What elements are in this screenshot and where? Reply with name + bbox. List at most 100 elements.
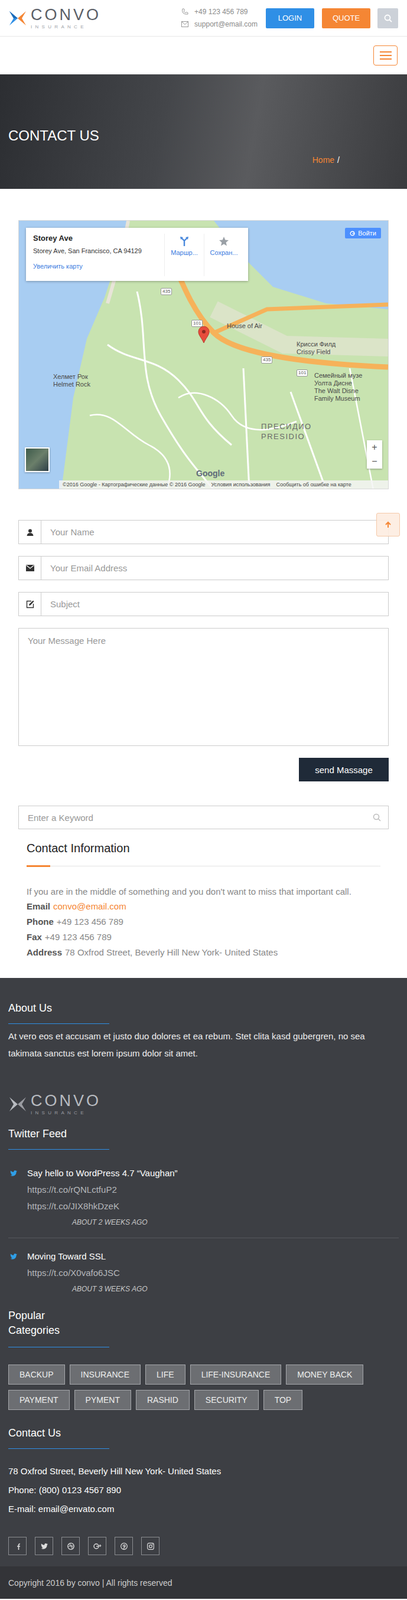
search-button[interactable]	[377, 8, 399, 29]
contact-info-row: Fax+49 123 456 789	[26, 930, 381, 946]
map[interactable]: 435101435101 House of AirКрисси ФилдCris…	[18, 220, 389, 490]
twitter-link[interactable]	[34, 1538, 54, 1557]
contact-info-row: Phone+49 123 456 789	[26, 915, 381, 931]
footer-logo[interactable]: CONVO INSURANCE	[8, 1093, 399, 1117]
arrow-up-icon	[384, 521, 392, 529]
header-phone: +49 123 456 789	[194, 7, 248, 16]
contact-info-row: Address78 Oxfrod Street, Beverly Hill Ne…	[26, 945, 381, 962]
header-button[interactable]: QUOTE	[321, 8, 371, 29]
menu-button[interactable]	[373, 45, 398, 66]
main-content: 435101435101 House of AirКрисси ФилдCris…	[0, 189, 407, 979]
category-tag[interactable]: PYMENT	[74, 1391, 132, 1412]
contact-info-intro: If you are in the middle of something an…	[26, 884, 381, 900]
tweet: Say hello to WordPress 4.7 “Vaughan” htt…	[8, 1166, 399, 1232]
edit-icon	[25, 600, 35, 610]
tweet: Moving Toward SSL https://t.co/X0vafo6JS…	[8, 1249, 399, 1298]
zoom-button[interactable]: −	[366, 454, 383, 470]
title-underline	[26, 866, 381, 868]
scroll-top-button[interactable]	[376, 513, 400, 537]
twitter-icon	[10, 1171, 18, 1178]
zoom-button[interactable]: +	[366, 440, 383, 455]
breadcrumb-separator: /	[337, 155, 340, 165]
header-button[interactable]: LOGIN	[265, 8, 315, 29]
dribbble-link[interactable]	[61, 1538, 80, 1557]
search-field	[18, 806, 389, 830]
highway-shield: 101	[296, 369, 308, 377]
submit-button[interactable]: send Massage	[298, 758, 389, 783]
category-tag[interactable]: PAYMENT	[8, 1391, 70, 1412]
map-footer-item[interactable]: Условия использования	[211, 482, 271, 488]
map-label: Хелмет РокHelmet Rock	[53, 373, 91, 389]
footer: About Us At vero eos et accusam et justo…	[0, 978, 407, 1600]
tweet-time: ABOUT 2 WEEKS AGO	[27, 1215, 399, 1232]
map-label: Крисси ФилдCrissy Field	[296, 340, 336, 357]
enlarge-map-link[interactable]: Увеличить карту	[33, 262, 165, 270]
menu-icon	[379, 51, 392, 60]
tweet-divider	[8, 1238, 399, 1240]
place-action[interactable]: Маршр...	[164, 233, 204, 277]
instagram-icon	[147, 1544, 155, 1552]
category-tag[interactable]: LIFE-INSURANCE	[190, 1365, 282, 1386]
dribbble-icon	[67, 1544, 75, 1552]
contact-form: send Massage	[18, 520, 389, 783]
place-action[interactable]: Сохран...	[203, 233, 244, 277]
google-plus-icon	[349, 230, 356, 237]
map-footer: ©2016 Google - Картографические данные ©…	[59, 480, 389, 490]
form-field	[18, 520, 389, 545]
breadcrumb-item[interactable]: Home	[312, 155, 335, 165]
facebook-link[interactable]	[8, 1538, 27, 1557]
tweet-link[interactable]: https://t.co/X0vafo6JSC	[27, 1265, 399, 1283]
twitter-icon	[40, 1544, 48, 1551]
instagram-link[interactable]	[141, 1538, 160, 1557]
map-footer-item[interactable]: ©2016 Google - Картографические данные ©…	[62, 482, 206, 488]
directions-icon	[178, 236, 190, 247]
pinterest-link[interactable]	[114, 1538, 133, 1557]
search-icon[interactable]	[372, 814, 382, 823]
highway-shield: 435	[160, 288, 172, 296]
category-tag[interactable]: BACKUP	[8, 1365, 65, 1386]
message-field[interactable]	[18, 628, 389, 747]
contact-info-row: Emailconvo@email.com	[26, 899, 381, 916]
highway-shield: 435	[261, 356, 273, 364]
search-input[interactable]	[18, 813, 373, 824]
map-pin-icon[interactable]	[197, 326, 210, 344]
form-field	[18, 592, 389, 617]
category-tag[interactable]: LIFE	[145, 1365, 186, 1386]
envelope-icon	[181, 21, 189, 28]
facebook-icon	[14, 1544, 22, 1552]
page-title: CONTACT US	[8, 127, 399, 145]
page: CONVO INSURANCE +49 123 456 789 support@…	[0, 0, 407, 1600]
footer-heading: Popular Categories	[8, 1309, 74, 1340]
nav-bar	[0, 36, 407, 75]
category-tag[interactable]: RASHID	[135, 1391, 190, 1412]
zoom-control: +−	[366, 440, 383, 470]
category-tags: BACKUPINSURANCELIFELIFE-INSURANCEMONEY B…	[8, 1365, 399, 1412]
map-footer-item[interactable]: Сообщить об ошибке на карте	[275, 482, 351, 488]
satellite-toggle[interactable]	[24, 447, 50, 473]
header-email[interactable]: support@email.com	[194, 20, 258, 29]
map-brand: Google	[196, 469, 225, 479]
highway-shield: 101	[191, 320, 203, 328]
category-tag[interactable]: TOP	[263, 1391, 304, 1412]
subject-input[interactable]	[40, 592, 389, 617]
tweet-text: Moving Toward SSL	[27, 1249, 399, 1266]
user-icon	[26, 529, 34, 537]
tweet-link[interactable]: https://t.co/rQNLctfuP2	[27, 1182, 399, 1200]
twitter-icon	[10, 1254, 18, 1261]
footer-contact-line: E-mail: email@envato.com	[8, 1500, 399, 1520]
map-sign-in-button[interactable]: Войти	[344, 228, 382, 239]
category-tag[interactable]: INSURANCE	[69, 1365, 141, 1386]
logo-tagline: INSURANCE	[30, 24, 102, 30]
email-input[interactable]	[40, 556, 389, 581]
breadcrumb: Home /	[8, 155, 399, 165]
google-plus-link[interactable]	[88, 1538, 107, 1557]
category-tag[interactable]: SECURITY	[194, 1391, 259, 1412]
footer-contact-line: Phone: (800) 0123 4567 890	[8, 1482, 399, 1501]
map-label: Семейный музеУолта ДиснеThe Walt DisneFa…	[314, 372, 363, 403]
tweet-link[interactable]: https://t.co/JIX8hkDzeK	[27, 1199, 399, 1216]
social-links	[8, 1538, 399, 1557]
logo[interactable]: CONVO INSURANCE	[8, 7, 102, 30]
category-tag[interactable]: MONEY BACK	[285, 1365, 364, 1386]
place-card: Storey Ave Storey Ave, San Francisco, CA…	[25, 228, 249, 282]
name-input[interactable]	[40, 520, 389, 545]
